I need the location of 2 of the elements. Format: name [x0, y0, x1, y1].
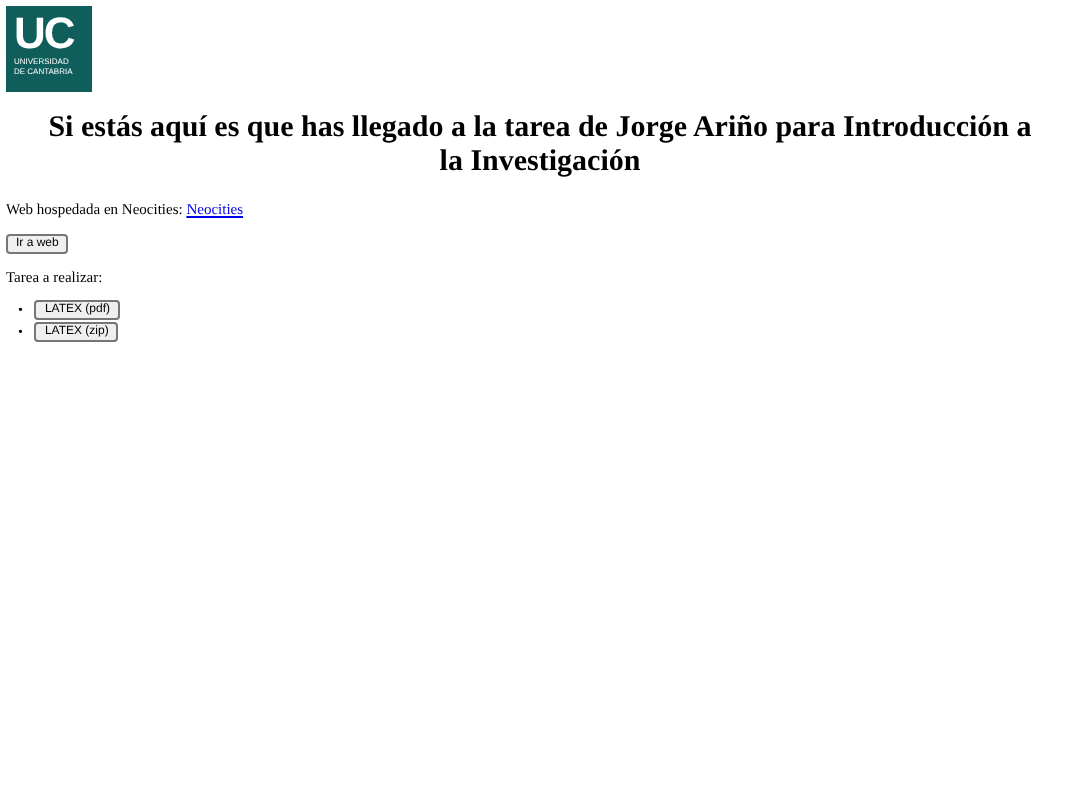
logo-initials: UC	[14, 12, 74, 56]
page-heading: Si estás aquí es que has llegado a la tarea de Jorge Ariño para Introducción a la Investigación	[46, 112, 1034, 180]
